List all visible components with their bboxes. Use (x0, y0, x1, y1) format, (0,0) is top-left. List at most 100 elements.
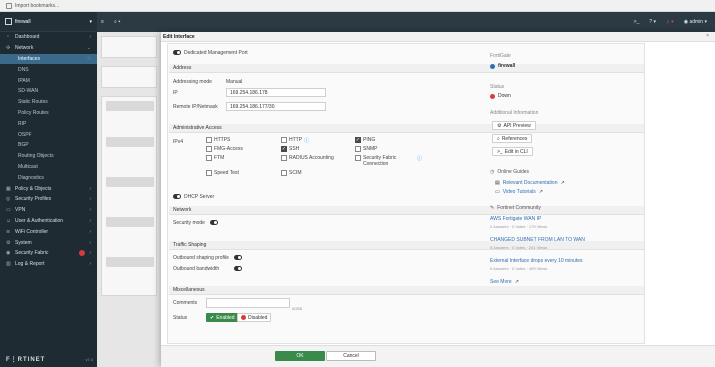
gear-icon: ⚙ (497, 122, 502, 129)
sidebar-item[interactable]: Policy Routes (0, 108, 97, 119)
chevron-icon: › (89, 34, 91, 41)
cli-icon[interactable]: >_ (634, 19, 640, 25)
bg-card (101, 66, 157, 88)
checkbox-label: HTTP (289, 137, 303, 143)
chevron-icon: › (89, 196, 91, 203)
sidebar-item[interactable]: ◔ Dashboard › (0, 32, 97, 43)
checkbox-unchecked[interactable] (206, 155, 212, 161)
sidebar-item[interactable]: ≋ WiFi Controller › (0, 226, 97, 237)
sidebar-item[interactable]: Interfaces ☆ (0, 53, 97, 65)
sidebar-item[interactable]: ◎ Security Profiles › (0, 194, 97, 205)
ok-button[interactable]: OK (275, 351, 325, 361)
sidebar-item[interactable]: SD-WAN (0, 86, 97, 97)
sidebar-item[interactable]: ⚙ System › (0, 237, 97, 248)
checkbox-unchecked[interactable] (355, 146, 361, 152)
community-post-meta: 9 Answers · 0 Votes · 499 Views (490, 266, 548, 271)
security-mode-toggle[interactable] (210, 220, 218, 225)
status-enabled-button[interactable]: ✔ Enabled (206, 313, 239, 322)
sidebar-item[interactable]: RIP (0, 118, 97, 129)
checkbox-label: RADIUS Accounting (289, 155, 334, 161)
check-circle-icon: ✔ (210, 314, 215, 321)
checkbox-unchecked[interactable] (206, 146, 212, 152)
bg-table (101, 96, 157, 296)
admin-access-checkbox[interactable]: HTTP ⓘ (281, 137, 309, 144)
menu-icon[interactable]: ≡ (101, 19, 108, 25)
community-post-link[interactable]: CHANGED SUBNET FROM LAN TO WAN (490, 237, 585, 243)
user-icon: ☺ (6, 217, 12, 224)
firmware-version: v7.4 (85, 357, 93, 362)
sidebar-item-label: SD-WAN (18, 88, 39, 95)
sidebar-item[interactable]: ▦ Policy & Objects › (0, 183, 97, 194)
addressing-mode-value[interactable]: Manual (226, 79, 242, 85)
admin-access-checkbox[interactable]: ✓ PING (355, 137, 375, 143)
sidebar-item[interactable]: Static Routes (0, 97, 97, 108)
security-fabric-icon: ◉ (6, 250, 11, 257)
cancel-button[interactable]: Cancel (326, 351, 376, 361)
chevron-icon: › (89, 207, 91, 214)
alert-badge (79, 250, 86, 257)
sidebar-item[interactable]: DNS (0, 64, 97, 75)
see-more-link[interactable]: See More ↗ (490, 279, 519, 285)
notification-bell-icon[interactable]: ♫ ▾ (666, 19, 674, 25)
sidebar-item[interactable]: ▭ VPN › (0, 205, 97, 216)
sidebar-item[interactable]: ✣ Network ⌄ (0, 43, 97, 54)
references-button[interactable]: ⌕ References (492, 134, 533, 143)
comments-input[interactable] (206, 298, 290, 308)
relevant-docs-link[interactable]: ▤ Relevant Documentation ↗ (495, 180, 565, 186)
sidebar-item[interactable]: ▥ Log & Report › (0, 259, 97, 270)
info-icon[interactable]: ⓘ (304, 137, 309, 144)
device-selector[interactable]: firewall ▾ (0, 12, 97, 32)
admin-access-checkbox[interactable]: RADIUS Accounting (281, 155, 334, 161)
checkbox-unchecked[interactable] (281, 170, 287, 176)
sidebar-item[interactable]: IPAM (0, 75, 97, 86)
admin-access-checkbox[interactable]: Speed Test (206, 170, 239, 176)
sidebar-item-label: OSPF (18, 131, 32, 138)
outbound-bandwidth-toggle[interactable] (234, 266, 242, 271)
edit-cli-label: Edit in CLI (504, 148, 528, 155)
checkbox-unchecked[interactable] (281, 155, 287, 161)
checkbox-checked[interactable]: ✓ (355, 137, 361, 143)
api-preview-button[interactable]: ⚙ API Preview (492, 121, 536, 130)
log-icon: ▥ (6, 261, 11, 268)
admin-access-checkbox[interactable]: FTM (206, 155, 224, 161)
close-icon[interactable]: × (706, 33, 709, 39)
admin-access-checkbox[interactable]: Security Fabric Connection ⓘ (355, 155, 422, 167)
chevron-icon: › (89, 250, 91, 257)
community-post-link[interactable]: AWS Fortigate WAN IP (490, 216, 541, 222)
admin-access-checkbox[interactable]: SCIM (281, 170, 302, 176)
checkbox-unchecked[interactable] (281, 137, 287, 143)
sidebar-item[interactable]: Multicast (0, 162, 97, 173)
ip-input[interactable]: 169.254.186.178 (226, 88, 326, 97)
admin-access-checkbox[interactable]: FMG-Access (206, 146, 243, 152)
sidebar-item[interactable]: ◉ Security Fabric › (0, 248, 97, 259)
user-menu[interactable]: ◉ admin ▾ (684, 19, 707, 25)
sidebar-item-label: WiFi Controller (15, 228, 49, 235)
sidebar-item[interactable]: Routing Objects (0, 151, 97, 162)
sidebar-item[interactable]: ☺ User & Authentication › (0, 216, 97, 227)
dhcp-server-toggle[interactable] (173, 194, 181, 199)
user-name: admin (689, 19, 704, 25)
sidebar-item[interactable]: BGP (0, 140, 97, 151)
checkbox-unchecked[interactable] (206, 170, 212, 176)
checkbox-unchecked[interactable] (206, 137, 212, 143)
community-post-link[interactable]: External Interface drops every 10 minute… (490, 258, 583, 264)
sidebar-item-label: System (15, 239, 32, 246)
edit-in-cli-button[interactable]: >_ Edit in CLI (492, 147, 533, 156)
admin-access-checkbox[interactable]: SNMP (355, 146, 377, 152)
dedicated-mgmt-toggle[interactable] (173, 50, 181, 55)
admin-access-checkbox[interactable]: ✓ SSH (281, 146, 299, 152)
video-tutorials-link[interactable]: ▭ Video Tutorials ↗ (495, 189, 543, 195)
checkbox-checked[interactable]: ✓ (281, 146, 287, 152)
favorite-star-icon[interactable]: ☆ (87, 56, 91, 62)
remote-ip-input[interactable]: 169.254.186.177/30 (226, 102, 326, 111)
import-bookmarks-link[interactable]: Import bookmarks... (15, 3, 59, 9)
help-icon[interactable]: ? ▾ (649, 19, 656, 25)
admin-access-checkbox[interactable]: HTTPS (206, 137, 230, 143)
sidebar-item[interactable]: OSPF (0, 129, 97, 140)
outbound-profile-toggle[interactable] (234, 255, 242, 260)
search-icon[interactable]: ⌕ ▾ (114, 19, 120, 25)
checkbox-unchecked[interactable] (355, 155, 361, 161)
status-disabled-button[interactable]: Disabled (237, 313, 272, 322)
sidebar-item[interactable]: Diagnostics (0, 172, 97, 183)
info-icon[interactable]: ⓘ (417, 155, 422, 162)
